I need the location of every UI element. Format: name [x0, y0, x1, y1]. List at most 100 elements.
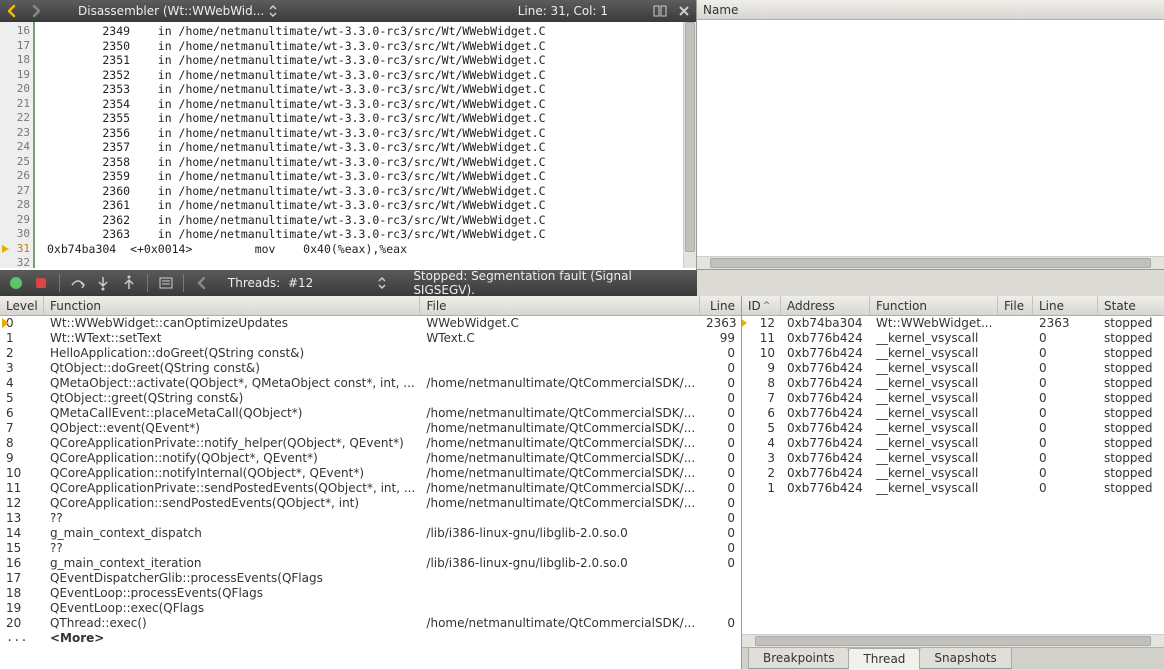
frame-function: QtObject::doGreet(QString const&) — [44, 361, 420, 376]
header-function[interactable]: Function — [876, 299, 927, 313]
thread-function: __kernel_vsyscall — [870, 331, 998, 346]
thread-line: 0 — [1033, 436, 1098, 451]
stack-frame-row[interactable]: 18QEventLoop::processEvents(QFlags/home/… — [0, 586, 741, 601]
header-address[interactable]: Address — [787, 299, 835, 313]
frame-line: 0 — [700, 511, 741, 526]
frame-line: 0 — [700, 436, 741, 451]
instruction-mode-button[interactable] — [156, 273, 176, 293]
header-file[interactable]: File — [426, 299, 446, 313]
stack-frame-row[interactable]: 20QThread::exec()/home/netmanultimate/Qt… — [0, 616, 741, 631]
header-line[interactable]: Line — [710, 299, 735, 313]
frame-line: 0 — [700, 361, 741, 376]
stack-frame-row[interactable]: 1Wt::WText::setTextWText.C99 — [0, 331, 741, 346]
header-level[interactable]: Level — [6, 299, 38, 313]
frame-function: QMetaObject::activate(QObject*, QMetaObj… — [44, 376, 420, 391]
close-pane-button[interactable] — [674, 1, 694, 21]
debug-toolbar: Threads: #12 Stopped: Segmentation fault… — [0, 270, 697, 296]
frame-function: QtObject::greet(QString const&) — [44, 391, 420, 406]
vertical-scrollbar[interactable] — [683, 22, 696, 268]
frame-level: 4 — [0, 376, 44, 391]
name-header-label[interactable]: Name — [703, 3, 738, 17]
header-function[interactable]: Function — [50, 299, 101, 313]
stack-frame-row[interactable]: 5QtObject::greet(QString const&)0 — [0, 391, 741, 406]
header-line[interactable]: Line — [1039, 299, 1064, 313]
step-over-button[interactable] — [68, 273, 88, 293]
thread-row[interactable]: 90xb776b424__kernel_vsyscall0stopped — [742, 361, 1164, 376]
nav-forward-button[interactable] — [26, 1, 46, 21]
tab-snapshots[interactable]: Snapshots — [919, 647, 1011, 669]
stack-frame-row[interactable]: 11QCoreApplicationPrivate::sendPostedEve… — [0, 481, 741, 496]
thread-line: 0 — [1033, 331, 1098, 346]
stack-frame-row[interactable]: 14g_main_context_dispatch/lib/i386-linux… — [0, 526, 741, 541]
stack-frame-row[interactable]: 10QCoreApplication::notifyInternal(QObje… — [0, 466, 741, 481]
stack-frame-row[interactable]: 7QObject::event(QEvent*)/home/netmanulti… — [0, 421, 741, 436]
name-column-header: Name — [697, 0, 1164, 20]
thread-row[interactable]: 120xb74ba304Wt::WWebWidget...2363stopped — [742, 316, 1164, 331]
line-number: 31 — [0, 242, 30, 257]
thread-row[interactable]: 110xb776b424__kernel_vsyscall0stopped — [742, 331, 1164, 346]
frame-function: Wt::WWebWidget::canOptimizeUpdates — [44, 316, 420, 331]
frame-file — [420, 511, 700, 526]
line-number: 17 — [0, 39, 30, 54]
thread-row[interactable]: 10xb776b424__kernel_vsyscall0stopped — [742, 481, 1164, 496]
name-pane-body — [697, 20, 1164, 256]
frame-line: 0 — [700, 451, 741, 466]
disassembler-title-dropdown[interactable] — [268, 5, 278, 17]
continue-button[interactable] — [6, 273, 26, 293]
stack-frame-row[interactable]: 6QMetaCallEvent::placeMetaCall(QObject*)… — [0, 406, 741, 421]
thread-file — [998, 346, 1033, 361]
thread-row[interactable]: 80xb776b424__kernel_vsyscall0stopped — [742, 376, 1164, 391]
frame-level: 7 — [0, 421, 44, 436]
stack-frame-row[interactable]: 19QEventLoop::exec(QFlags/home/netmanult… — [0, 601, 741, 616]
stack-frame-row[interactable]: 4QMetaObject::activate(QObject*, QMetaOb… — [0, 376, 741, 391]
frame-function: QCoreApplication::sendPostedEvents(QObje… — [44, 496, 420, 511]
nav-back-button[interactable] — [2, 1, 22, 21]
stack-frame-row[interactable]: 17QEventDispatcherGlib::processEvents(QF… — [0, 571, 741, 586]
thread-state: stopped — [1098, 331, 1164, 346]
header-state[interactable]: State — [1104, 299, 1136, 313]
frame-line: 0 — [700, 481, 741, 496]
thread-address: 0xb776b424 — [781, 391, 870, 406]
thread-row[interactable]: 40xb776b424__kernel_vsyscall0stopped — [742, 436, 1164, 451]
stack-frame-row[interactable]: 2HelloApplication::doGreet(QString const… — [0, 346, 741, 361]
stack-more-row[interactable]: ...<More> — [0, 631, 741, 646]
stack-frame-row[interactable]: 9QCoreApplication::notify(QObject*, QEve… — [0, 451, 741, 466]
step-out-button[interactable] — [119, 273, 139, 293]
stack-frame-row[interactable]: 8QCoreApplicationPrivate::notify_helper(… — [0, 436, 741, 451]
step-into-button[interactable] — [94, 273, 114, 293]
stack-frame-row[interactable]: 15??0 — [0, 541, 741, 556]
thread-row[interactable]: 50xb776b424__kernel_vsyscall0stopped — [742, 421, 1164, 436]
threads-column-headers: ID^ Address Function File Line State — [742, 296, 1164, 316]
disassembly-code[interactable]: 2349 in /home/netmanultimate/wt-3.3.0-rc… — [35, 22, 683, 268]
horizontal-scrollbar[interactable] — [742, 634, 1164, 647]
threads-selector[interactable]: Threads: #12 — [228, 276, 387, 290]
thread-function: Wt::WWebWidget... — [870, 316, 998, 331]
horizontal-scrollbar[interactable] — [697, 256, 1164, 269]
stack-frame-row[interactable]: 0Wt::WWebWidget::canOptimizeUpdatesWWebW… — [0, 316, 741, 331]
sort-indicator-icon: ^ — [763, 301, 771, 311]
stop-button[interactable] — [32, 273, 52, 293]
split-pane-button[interactable] — [650, 1, 670, 21]
thread-row[interactable]: 100xb776b424__kernel_vsyscall0stopped — [742, 346, 1164, 361]
thread-row[interactable]: 30xb776b424__kernel_vsyscall0stopped — [742, 451, 1164, 466]
frame-level: 16 — [0, 556, 44, 571]
stack-frame-row[interactable]: 3QtObject::doGreet(QString const&)0 — [0, 361, 741, 376]
thread-row[interactable]: 70xb776b424__kernel_vsyscall0stopped — [742, 391, 1164, 406]
tab-thread[interactable]: Thread — [848, 648, 920, 670]
stack-frame-row[interactable]: 16g_main_context_iteration/lib/i386-linu… — [0, 556, 741, 571]
tab-breakpoints[interactable]: Breakpoints — [748, 647, 849, 669]
thread-row[interactable]: 60xb776b424__kernel_vsyscall0stopped — [742, 406, 1164, 421]
threads-pane: ID^ Address Function File Line State 120… — [742, 296, 1164, 647]
thread-row[interactable]: 20xb776b424__kernel_vsyscall0stopped — [742, 466, 1164, 481]
reverse-button[interactable] — [192, 273, 212, 293]
thread-address: 0xb776b424 — [781, 331, 870, 346]
stack-frame-row[interactable]: 12QCoreApplication::sendPostedEvents(QOb… — [0, 496, 741, 511]
header-id[interactable]: ID — [748, 299, 761, 313]
thread-address: 0xb776b424 — [781, 421, 870, 436]
frame-line: 0 — [700, 616, 741, 631]
disassembler-title: Disassembler (Wt::WWebWid... — [78, 4, 264, 18]
thread-line: 0 — [1033, 361, 1098, 376]
stack-frame-row[interactable]: 13??0 — [0, 511, 741, 526]
header-file[interactable]: File — [1004, 299, 1024, 313]
frame-file: WText.C — [420, 331, 700, 346]
